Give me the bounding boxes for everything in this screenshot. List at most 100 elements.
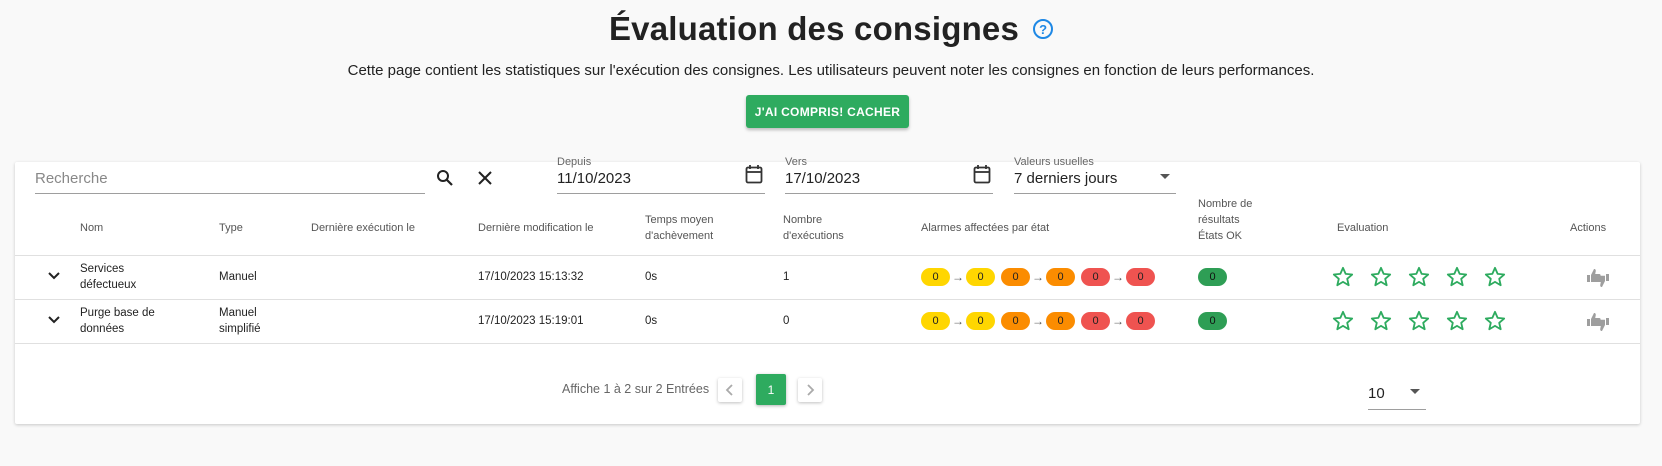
page-button-current[interactable]: 1 (756, 374, 786, 405)
to-value: 17/10/2023 (785, 170, 861, 187)
alarm-states: 0 → 0 0 → 0 0 → 0 (921, 268, 1155, 286)
star-icon[interactable] (1332, 265, 1370, 289)
chevron-down-icon (1410, 389, 1420, 394)
star-icon[interactable] (1370, 265, 1408, 289)
row-type-line1: Manuel (219, 307, 257, 319)
col-type[interactable]: Type (219, 220, 243, 236)
search-icon[interactable] (435, 168, 455, 188)
search-placeholder: Recherche (35, 170, 108, 187)
thumbs-up-down-icon[interactable] (1585, 311, 1611, 338)
row-exec-count: 1 (783, 271, 790, 283)
since-date-field[interactable]: Depuis 11/10/2023 (557, 156, 765, 194)
col-name[interactable]: Nom (80, 220, 103, 236)
col-last-modif[interactable]: Dernière modification le (478, 220, 594, 236)
page-description: Cette page contient les statistiques sur… (347, 62, 1315, 79)
row-last-modif: 17/10/2023 15:13:32 (478, 271, 584, 283)
chevron-down-icon (1160, 174, 1170, 179)
star-icon[interactable] (1484, 265, 1522, 289)
statistics-card: Recherche Depuis 11/10/2023 Vers 17/10/2… (15, 156, 1640, 424)
star-icon[interactable] (1446, 309, 1484, 333)
row-name-line2: données (80, 323, 125, 335)
title-row: Évaluation des consignes ? (0, 10, 1662, 48)
col-actions: Actions (1570, 222, 1607, 234)
star-icon[interactable] (1332, 309, 1370, 333)
arrow-right-icon: → (1112, 270, 1124, 284)
rating-stars (1332, 265, 1522, 289)
col-exec-count-line1: Nombre (783, 214, 823, 226)
row-name-line2: défectueux (80, 279, 137, 291)
col-avg-time-line2: d'achèvement (645, 230, 714, 242)
row-avg-time: 0s (645, 315, 658, 327)
rating-stars (1332, 309, 1522, 333)
help-icon[interactable]: ? (1033, 19, 1054, 39)
arrow-right-icon: → (1112, 314, 1124, 328)
alarm-major-to: 0 (1046, 268, 1075, 286)
alarm-major-from: 0 (1001, 312, 1030, 330)
prev-page-button[interactable] (718, 378, 742, 402)
alarm-major-to: 0 (1046, 312, 1075, 330)
row-name: Services défectueux (80, 261, 136, 293)
ok-count-badge: 0 (1198, 312, 1227, 330)
col-exec-count[interactable]: Nombre d'exécutions (783, 212, 844, 244)
alarm-states: 0 → 0 0 → 0 0 → 0 (921, 312, 1155, 330)
col-rating[interactable]: Evaluation (1337, 220, 1388, 236)
star-icon[interactable] (1484, 309, 1522, 333)
arrow-right-icon: → (952, 314, 964, 328)
star-icon[interactable] (1370, 309, 1408, 333)
table-row: Services défectueux Manuel 17/10/2023 15… (15, 256, 1640, 300)
table-row: Purge base de données Manuel simplifié 1… (15, 300, 1640, 344)
preset-value: 7 derniers jours (1014, 170, 1118, 187)
alarm-minor-to: 0 (966, 268, 995, 286)
col-last-exec[interactable]: Dernière exécution le (311, 220, 415, 236)
alarm-minor-to: 0 (966, 312, 995, 330)
row-name: Purge base de données (80, 305, 155, 337)
table-header: Nom Type Dernière exécution le Dernière … (15, 198, 1640, 256)
rows-per-page-select[interactable]: 10 (1368, 370, 1426, 410)
row-type-line1: Manuel (219, 271, 257, 283)
calendar-icon[interactable] (973, 164, 991, 189)
row-type: Manuel (219, 269, 257, 285)
col-ok-results-line1: Nombre de (1198, 198, 1253, 210)
arrow-right-icon: → (952, 270, 964, 284)
ok-count-badge: 0 (1198, 268, 1227, 286)
next-page-button[interactable] (798, 378, 822, 402)
arrow-right-icon: → (1032, 270, 1044, 284)
col-exec-count-line2: d'exécutions (783, 230, 844, 242)
star-icon[interactable] (1408, 265, 1446, 289)
arrow-right-icon: → (1032, 314, 1044, 328)
row-last-modif: 17/10/2023 15:19:01 (478, 315, 584, 327)
page-title: Évaluation des consignes (608, 10, 1020, 47)
to-date-field[interactable]: Vers 17/10/2023 (785, 156, 993, 194)
since-label: Depuis (557, 156, 592, 168)
col-alarms: Alarmes affectées par état (921, 222, 1050, 234)
col-avg-time[interactable]: Temps moyen d'achèvement (645, 212, 713, 244)
expand-chevron-icon[interactable] (47, 312, 61, 330)
col-ok-results[interactable]: Nombre de résultats États OK (1198, 196, 1252, 244)
rows-per-page-value: 10 (1368, 385, 1385, 402)
col-ok-results-line2: résultats (1198, 214, 1240, 226)
alarm-minor-from: 0 (921, 312, 950, 330)
thumbs-up-down-icon[interactable] (1585, 267, 1611, 294)
star-icon[interactable] (1408, 309, 1446, 333)
preset-label: Valeurs usuelles (1014, 156, 1094, 168)
pagination: Affiche 1 à 2 sur 2 Entrées 1 10 (15, 370, 1640, 410)
acknowledge-hide-button[interactable]: J'AI COMPRIS! CACHER (746, 95, 909, 128)
alarm-minor-from: 0 (921, 268, 950, 286)
row-type-line2: simplifié (219, 323, 261, 335)
col-ok-results-line3: États OK (1198, 230, 1243, 242)
expand-chevron-icon[interactable] (47, 268, 61, 286)
search-input[interactable]: Recherche (35, 162, 425, 194)
pagination-info: Affiche 1 à 2 sur 2 Entrées (562, 382, 710, 396)
star-icon[interactable] (1446, 265, 1484, 289)
row-avg-time: 0s (645, 271, 658, 283)
clear-search-icon[interactable] (475, 168, 495, 188)
alarm-critical-to: 0 (1126, 268, 1155, 286)
calendar-icon[interactable] (745, 164, 763, 189)
row-name-line1: Services (80, 263, 125, 275)
alarm-critical-from: 0 (1081, 268, 1110, 286)
row-type: Manuel simplifié (219, 305, 261, 337)
to-label: Vers (785, 156, 808, 168)
preset-range-select[interactable]: Valeurs usuelles 7 derniers jours (1014, 156, 1176, 194)
row-name-line1: Purge base de (80, 307, 155, 319)
since-value: 11/10/2023 (557, 170, 631, 187)
